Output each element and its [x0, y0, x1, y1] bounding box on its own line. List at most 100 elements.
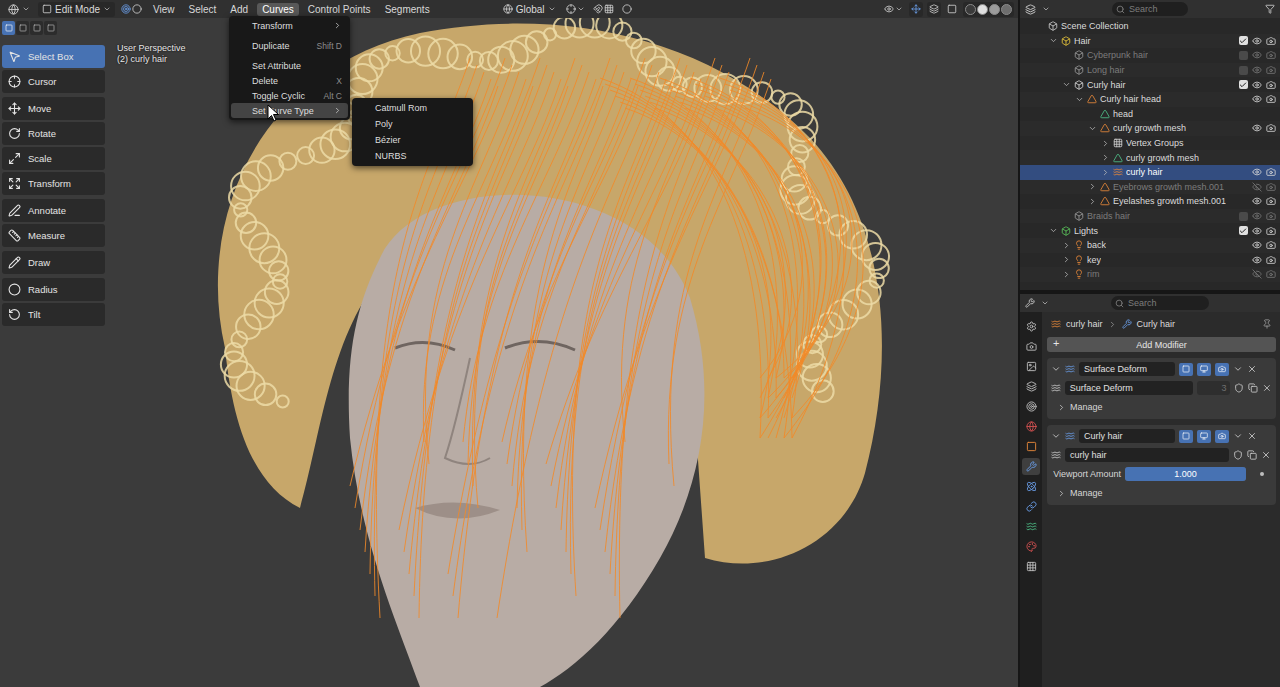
- visibility-toggle[interactable]: [1252, 80, 1262, 90]
- orientation-dropdown[interactable]: Global: [499, 2, 560, 17]
- tool-button[interactable]: Draw: [2, 251, 105, 274]
- mode-dropdown[interactable]: Edit Mode: [38, 2, 115, 17]
- viewport-toggle[interactable]: [1197, 430, 1211, 443]
- disclosure-icon[interactable]: [1088, 124, 1097, 133]
- visibility-toggle[interactable]: [1252, 65, 1262, 75]
- outliner-row[interactable]: Cyberpunk hair: [1020, 48, 1280, 63]
- fake-user-icon[interactable]: [1234, 383, 1244, 393]
- remove-icon[interactable]: [1247, 364, 1257, 374]
- outliner-row[interactable]: Lights: [1020, 223, 1280, 238]
- properties-tab[interactable]: [1022, 378, 1040, 395]
- exclude-checkbox[interactable]: [1239, 51, 1248, 60]
- editor-type-button[interactable]: [4, 2, 34, 17]
- visibility-toggle[interactable]: [1252, 167, 1262, 177]
- outliner-row[interactable]: rim: [1020, 267, 1280, 282]
- header-menu[interactable]: Curves: [257, 3, 299, 16]
- header-menu[interactable]: Segments: [380, 3, 435, 16]
- render-toggle[interactable]: [1266, 240, 1276, 250]
- outliner-row[interactable]: back: [1020, 238, 1280, 253]
- tool-button[interactable]: Measure: [2, 224, 105, 247]
- outliner-row[interactable]: curly growth mesh: [1020, 150, 1280, 165]
- visibility-toggle[interactable]: [1252, 226, 1262, 236]
- tool-button[interactable]: Annotate: [2, 199, 105, 222]
- render-toggle[interactable]: [1266, 182, 1276, 192]
- tool-button[interactable]: Select Box: [2, 45, 105, 68]
- remove-icon[interactable]: [1247, 431, 1257, 441]
- disclosure-icon[interactable]: [1062, 270, 1071, 279]
- properties-tab[interactable]: [1022, 558, 1040, 575]
- outliner-row[interactable]: Hair: [1020, 34, 1280, 49]
- visibility-toggle[interactable]: [1252, 196, 1262, 206]
- menu-item[interactable]: Toggle CyclicAlt C: [231, 88, 348, 103]
- proportional-group[interactable]: [620, 2, 634, 17]
- render-toggle[interactable]: [1266, 269, 1276, 279]
- exclude-checkbox[interactable]: [1239, 80, 1248, 89]
- tool-button[interactable]: Scale: [2, 147, 105, 170]
- modifier-name-field[interactable]: Surface Deform: [1079, 362, 1175, 376]
- outliner-row[interactable]: curly growth mesh: [1020, 121, 1280, 136]
- overlay-group[interactable]: [927, 2, 941, 17]
- node-group-field[interactable]: curly hair: [1065, 448, 1229, 462]
- outliner-row[interactable]: curly hair: [1020, 165, 1280, 180]
- select-mode-button[interactable]: [2, 21, 15, 35]
- render-toggle[interactable]: [1266, 167, 1276, 177]
- properties-tab[interactable]: [1022, 478, 1040, 495]
- node-group-field[interactable]: Surface Deform: [1065, 381, 1193, 395]
- outliner-row[interactable]: Vertex Groups: [1020, 136, 1280, 151]
- render-toggle[interactable]: [1266, 226, 1276, 236]
- shading-group[interactable]: [963, 2, 1014, 17]
- fake-user-icon[interactable]: [1233, 450, 1243, 460]
- select-mode-button[interactable]: [30, 21, 43, 35]
- outliner-row[interactable]: head: [1020, 107, 1280, 122]
- menu-item[interactable]: Catmull Rom: [354, 100, 471, 116]
- render-toggle[interactable]: [1266, 94, 1276, 104]
- outliner-row[interactable]: Braids hair: [1020, 209, 1280, 224]
- outliner-row[interactable]: key: [1020, 253, 1280, 268]
- header-menu[interactable]: View: [148, 3, 180, 16]
- menu-item[interactable]: DuplicateShift D: [231, 38, 348, 53]
- xray-toggle[interactable]: [945, 2, 959, 17]
- pin-icon[interactable]: [1262, 319, 1272, 329]
- viewport-toggle[interactable]: [1197, 363, 1211, 376]
- visibility-group[interactable]: [882, 2, 905, 17]
- snap-group[interactable]: [591, 2, 616, 17]
- collapse-icon[interactable]: [1051, 431, 1061, 441]
- header-menu[interactable]: Select: [184, 3, 222, 16]
- visibility-toggle[interactable]: [1252, 269, 1262, 279]
- disclosure-icon[interactable]: [1101, 168, 1110, 177]
- viewport-render[interactable]: [0, 18, 1018, 687]
- disclosure-icon[interactable]: [1049, 226, 1058, 235]
- header-menu[interactable]: Control Points: [303, 3, 376, 16]
- outliner-row[interactable]: Long hair: [1020, 63, 1280, 78]
- editor-type-icon[interactable]: [1025, 4, 1036, 15]
- tool-button[interactable]: Cursor: [2, 70, 105, 93]
- tool-button[interactable]: Transform: [2, 172, 105, 195]
- header-menu[interactable]: Add: [225, 3, 253, 16]
- visibility-toggle[interactable]: [1252, 240, 1262, 250]
- select-mode-group[interactable]: [119, 2, 144, 17]
- menu-item[interactable]: Set Attribute: [231, 58, 348, 73]
- visibility-toggle[interactable]: [1252, 182, 1262, 192]
- unlink-icon[interactable]: [1262, 383, 1272, 393]
- node-group-icon[interactable]: [1051, 450, 1061, 460]
- edit-mode-toggle[interactable]: [1179, 363, 1193, 376]
- tool-button[interactable]: Move: [2, 97, 105, 120]
- menu-item[interactable]: Bézier: [354, 132, 471, 148]
- dropdown-icon[interactable]: [1233, 364, 1243, 374]
- outliner-row[interactable]: Eyebrows growth mesh.001: [1020, 180, 1280, 195]
- modifier-name-field[interactable]: Curly hair: [1079, 429, 1175, 443]
- filter-icon[interactable]: [1265, 4, 1275, 14]
- menu-item[interactable]: DeleteX: [231, 73, 348, 88]
- properties-tab[interactable]: [1022, 538, 1040, 555]
- visibility-toggle[interactable]: [1252, 211, 1262, 221]
- properties-tab[interactable]: [1022, 518, 1040, 535]
- exclude-checkbox[interactable]: [1239, 226, 1248, 235]
- dropdown-icon[interactable]: [1233, 431, 1243, 441]
- unlink-icon[interactable]: [1261, 450, 1271, 460]
- outliner-row[interactable]: Eyelashes growth mesh.001: [1020, 194, 1280, 209]
- exclude-checkbox[interactable]: [1239, 66, 1248, 75]
- manage-row[interactable]: Manage: [1051, 485, 1272, 501]
- disclosure-icon[interactable]: [1088, 182, 1097, 191]
- visibility-toggle[interactable]: [1252, 36, 1262, 46]
- properties-search[interactable]: Search: [1111, 296, 1209, 310]
